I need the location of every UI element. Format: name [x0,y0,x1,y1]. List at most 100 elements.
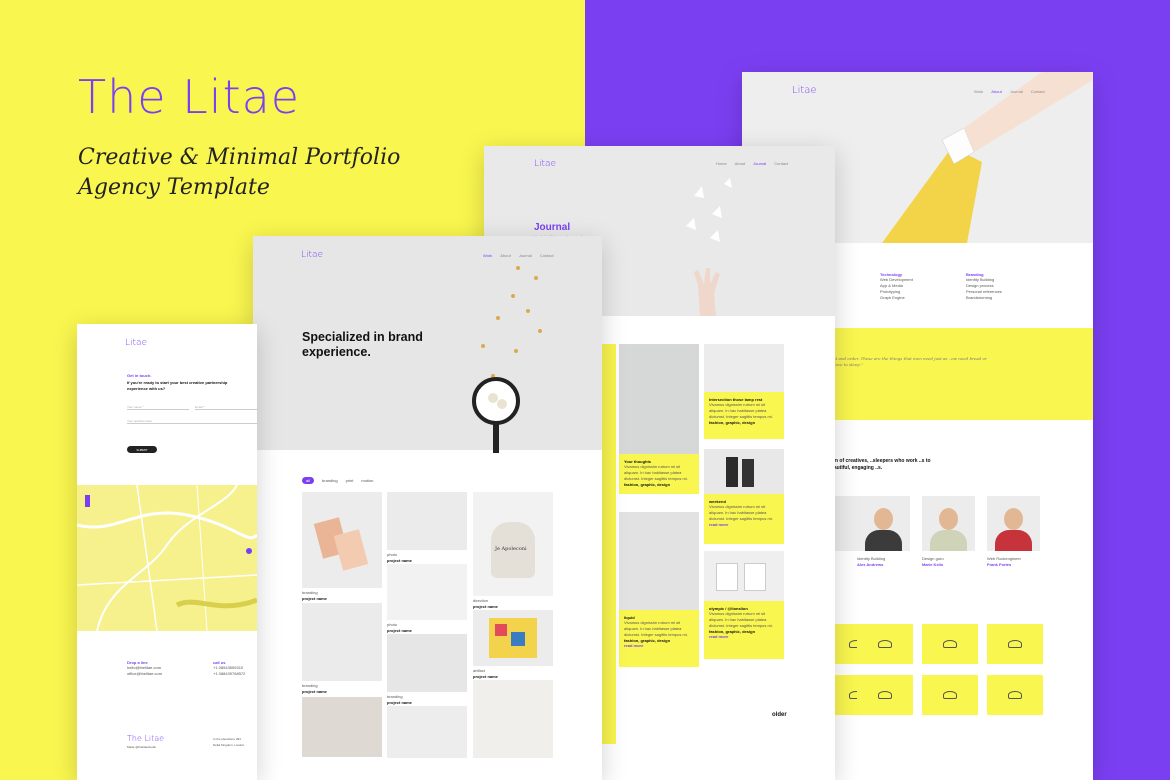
project-name[interactable]: project name [302,689,327,694]
post-text: liquid Vivamus dignissim rutrum mi sit a… [619,610,699,667]
project-name[interactable]: project name [387,558,412,563]
journal-post-card[interactable]: olympic / @lionslion Vivamus dignissim r… [704,551,784,659]
work-logo[interactable]: Litae [301,250,323,260]
client-logo-tile [857,675,913,715]
nav-contact[interactable]: Contact [774,161,788,166]
nav-work[interactable]: Work [483,253,492,258]
post-image-stairs [619,344,699,454]
nav-work[interactable]: Work [974,89,983,94]
team-caption: Web Rockengineer Frank Fortes [987,556,1021,567]
project-name[interactable]: project name [473,604,498,609]
project-caption: artifact project name [473,668,498,679]
nav-journal[interactable]: Journal [519,253,532,258]
post-text: Intersection those lamp rest Vivamus dig… [704,392,784,439]
name-field[interactable]: Your name * [127,404,189,410]
journal-post-card[interactable]: Intersection those lamp rest Vivamus dig… [704,344,784,439]
journal-post-card[interactable]: Your thoughts Vivamus dignissim rutrum m… [619,344,699,494]
project-name[interactable]: project name [387,700,412,705]
client-logo-tile [922,675,978,715]
nav-journal[interactable]: Journal [753,161,766,166]
contact-small-heading: Get in touch. [127,373,152,378]
tagline-line-2: Agency Template [78,175,270,200]
nav-contact[interactable]: Contact [1031,89,1045,94]
tagline-line-1: Creative & Minimal Portfolio [78,145,401,170]
client-logo-icon [1008,640,1022,648]
work-page-preview: Litae Work About Journal Contact Special… [253,236,602,780]
call-us: call us +1 08543559310 +1 088439768572 [213,660,245,677]
brand-tagline: Creative & Minimal Portfolio Agency Temp… [78,143,408,203]
nav-about[interactable]: About [991,89,1001,94]
contact-page-preview: Litae Get in touch. If you're ready to s… [77,324,257,780]
post-image-buckets [704,551,784,601]
filter-all[interactable]: all [302,477,315,484]
nav-contact[interactable]: Contact [540,253,554,258]
contact-logo[interactable]: Litae [125,338,147,348]
nav-journal[interactable]: Journal [1010,89,1023,94]
post-excerpt: Vivamus dignissim rutrum mi sit aliquam.… [709,402,773,419]
project-tile[interactable] [302,603,382,681]
map-zoom-control[interactable] [85,495,90,507]
project-tile[interactable]: Je Apoleconi [473,492,553,596]
filter-motion[interactable]: motion [361,478,373,484]
poster-shape [495,624,507,636]
project-name[interactable]: project name [387,628,412,633]
journal-nav: Home About Journal Contact [716,161,788,166]
read-more-link[interactable]: read more [709,634,779,639]
phone-link[interactable]: +1 088439768572 [213,671,245,677]
team-caption: Identity Building Alex Andrews [857,556,885,567]
journal-post-card[interactable]: weekend Vivamus dignissim rutrum mi sit … [704,449,784,544]
team-photo [874,508,893,530]
older-posts-link[interactable]: older [772,712,787,718]
client-logo-icon [943,640,957,648]
journal-post-card[interactable]: liquid Vivamus dignissim rutrum mi sit a… [619,512,699,667]
team-caption: Design guru Marie Kelis [922,556,944,567]
project-caption: direction project name [473,598,498,609]
team-member-card [987,496,1040,551]
submit-button[interactable]: SUBMIT [127,446,157,453]
team-photo-body [930,530,967,551]
team-heading: ..am of creatives, ..sleepers who work .… [828,458,931,471]
client-logo-icon [1008,691,1022,699]
team-photo-body [865,530,902,551]
filter-print[interactable]: print [346,478,354,484]
bucket [744,563,766,591]
nav-home[interactable]: Home [716,161,727,166]
quote-text: ..ght and order. These are the things th… [828,356,987,367]
project-tile[interactable] [387,706,467,758]
client-logo-icon [943,691,957,699]
footer-copyright: Made @thelitaestudio [127,745,157,749]
butterflies-hand-image [686,178,732,316]
project-name[interactable]: project name [302,596,327,601]
team-name: Alex Andrews [857,562,884,567]
project-tile[interactable] [473,610,553,666]
nav-about[interactable]: About [500,253,510,258]
brand-title: The Litae [78,70,301,124]
post-image-pour [619,512,699,610]
project-caption: branding project name [302,683,327,694]
about-logo[interactable]: Litae [792,85,817,96]
read-more-link[interactable]: read more [709,522,779,527]
message-field[interactable]: Your question here [127,418,257,424]
project-tile[interactable] [387,564,467,620]
message-placeholder: Your question here [127,419,153,423]
footer-logo[interactable]: The Litae [127,734,164,743]
project-tile[interactable] [387,634,467,692]
project-tile[interactable] [302,492,382,588]
post-excerpt: Vivamus dignissim rutrum mi sit aliquam.… [624,620,688,637]
filter-branding[interactable]: branding [322,478,338,484]
client-logo-tile [987,624,1043,664]
email-link[interactable]: office@thelitae.com [127,671,162,677]
read-more-link[interactable]: read more [624,643,694,648]
project-tile[interactable] [302,697,382,757]
project-name[interactable]: project name [473,674,498,679]
project-tile[interactable] [473,680,553,758]
team-name: Marie Kelis [922,562,944,567]
nav-about[interactable]: About [735,161,745,166]
client-logo-tile [987,675,1043,715]
post-image-bags [704,449,784,494]
poster-shape [511,632,525,646]
journal-logo[interactable]: Litae [534,159,556,169]
location-map[interactable] [77,485,257,631]
project-tile[interactable] [387,492,467,550]
email-field[interactable]: Email * [195,404,257,410]
